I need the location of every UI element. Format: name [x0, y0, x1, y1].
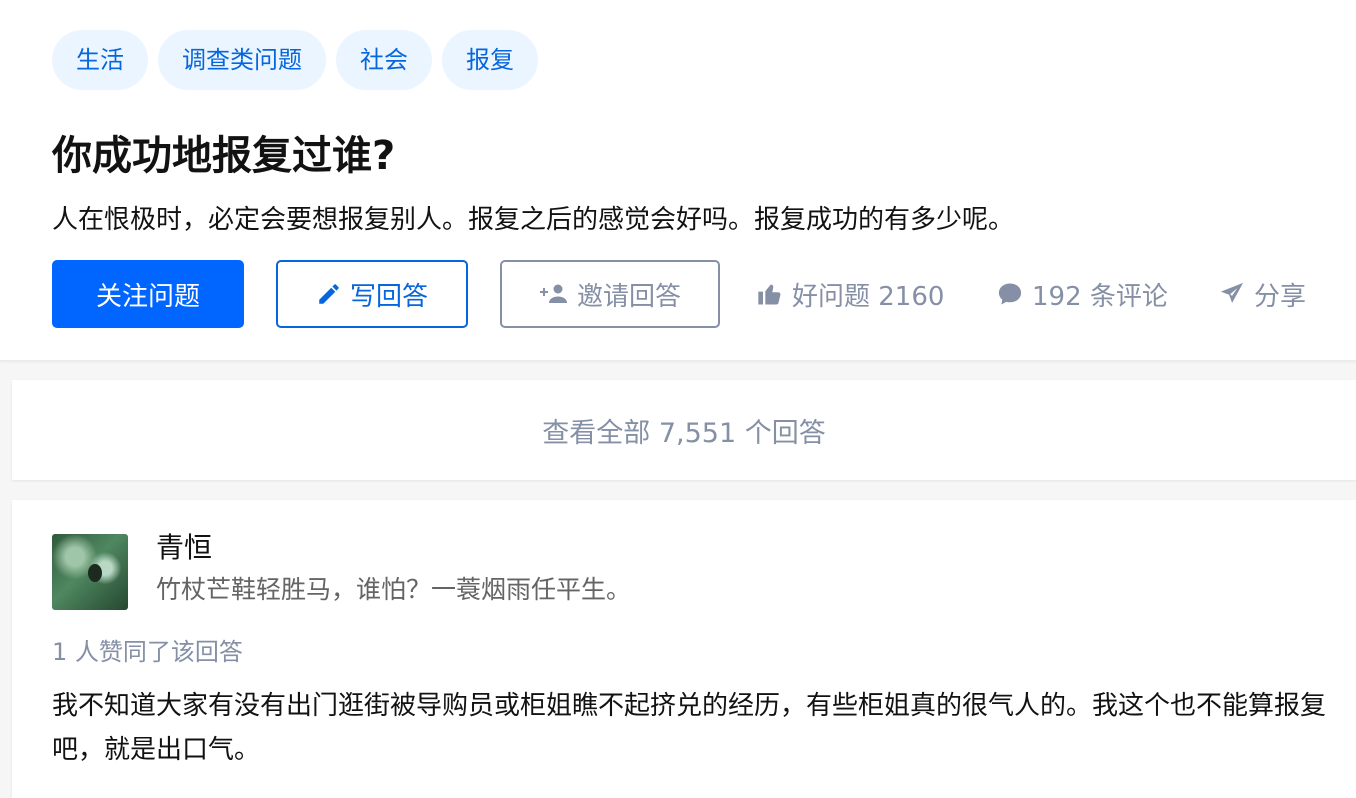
question-title: 你成功地报复过谁? [52, 133, 396, 179]
share-label: 分享 [1254, 281, 1307, 312]
comment-bubble-icon [996, 280, 1024, 308]
vote-count-info: 1 人赞同了该回答 [52, 638, 243, 666]
good-question-label: 好问题 2160 [792, 281, 945, 312]
avatar-image-detail [88, 564, 102, 582]
invite-answer-label: 邀请回答 [576, 281, 681, 312]
thumbs-up-icon [756, 280, 784, 308]
author-bio: 竹杖芒鞋轻胜马，谁怕？一蓑烟雨任平生。 [156, 575, 632, 604]
share-button[interactable]: 分享 [1218, 260, 1306, 328]
topic-tag[interactable]: 报复 [442, 30, 538, 90]
comments-label: 192 条评论 [1032, 281, 1168, 312]
answer-content: 我不知道大家有没有出门逛街被导购员或柜姐瞧不起挤兑的经历，有些柜姐真的很气人的。… [52, 691, 1327, 765]
view-all-answers-label: 查看全部 7,551 个回答 [542, 417, 826, 449]
topic-tag[interactable]: 社会 [336, 30, 432, 90]
write-answer-button[interactable]: 写回答 [276, 260, 468, 328]
paper-plane-icon [1218, 280, 1246, 308]
topic-tag[interactable]: 调查类问题 [158, 30, 326, 90]
avatar[interactable] [52, 534, 128, 610]
topic-tags: 生活 调查类问题 社会 报复 [52, 30, 538, 90]
topic-tag[interactable]: 生活 [52, 30, 148, 90]
question-detail: 人在恨极时，必定会要想报复别人。报复之后的感觉会好吗。报复成功的有多少呢。 [52, 205, 1015, 235]
author-name[interactable]: 青恒 [156, 530, 212, 566]
follow-question-label: 关注问题 [95, 281, 200, 312]
answer-card: 青恒 竹杖芒鞋轻胜马，谁怕？一蓑烟雨任平生。 1 人赞同了该回答 我不知道大家有… [12, 500, 1356, 798]
add-user-icon [539, 281, 569, 307]
invite-answer-button[interactable]: 邀请回答 [500, 260, 720, 328]
write-answer-label: 写回答 [349, 281, 428, 312]
follow-question-button[interactable]: 关注问题 [52, 260, 244, 328]
view-all-answers-button[interactable]: 查看全部 7,551 个回答 [12, 380, 1356, 480]
pencil-icon [316, 281, 342, 307]
comments-button[interactable]: 192 条评论 [996, 260, 1168, 328]
question-header: 生活 调查类问题 社会 报复 你成功地报复过谁? 人在恨极时，必定会要想报复别人… [0, 0, 1356, 361]
question-actions: 关注问题 写回答 邀请回答 好问题 2160 192 条评论 分享 [52, 260, 1342, 328]
good-question-button[interactable]: 好问题 2160 [756, 260, 944, 328]
